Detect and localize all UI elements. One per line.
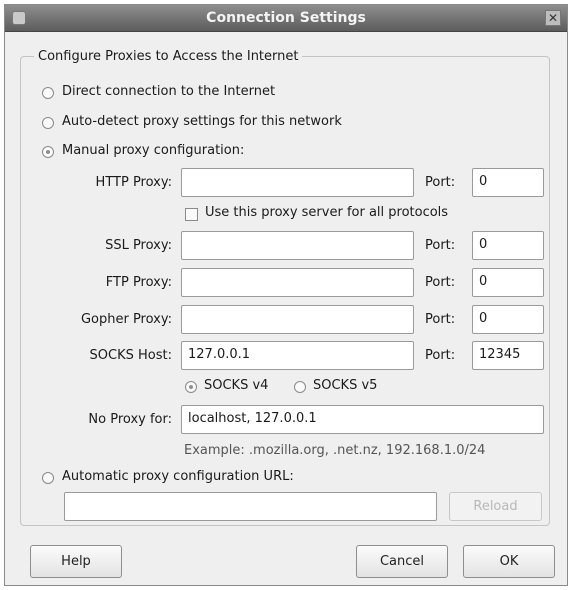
socks-v4-label: SOCKS v4 — [204, 378, 269, 393]
socks-host-label: SOCKS Host: — [89, 348, 172, 363]
http-proxy-input[interactable] — [181, 168, 414, 197]
close-icon[interactable]: ✕ — [545, 10, 561, 26]
cancel-button[interactable]: Cancel — [356, 545, 448, 578]
gopher-proxy-input[interactable] — [181, 305, 414, 334]
reload-button[interactable]: Reload — [449, 492, 542, 521]
auto-detect-radio[interactable] — [42, 117, 54, 129]
socks-v5-label: SOCKS v5 — [313, 378, 378, 393]
auto-config-url-input[interactable] — [64, 492, 437, 521]
gopher-proxy-label: Gopher Proxy: — [80, 312, 172, 327]
auto-detect-label: Auto-detect proxy settings for this netw… — [62, 114, 342, 129]
no-proxy-input[interactable]: localhost, 127.0.0.1 — [181, 405, 544, 434]
http-port-label: Port: — [425, 175, 456, 190]
socks-port-input[interactable]: 12345 — [472, 341, 544, 370]
ssl-port-input[interactable]: 0 — [472, 231, 544, 260]
ssl-proxy-label: SSL Proxy: — [105, 238, 172, 253]
manual-proxy-label: Manual proxy configuration: — [62, 143, 245, 158]
ftp-port-input[interactable]: 0 — [472, 268, 544, 297]
ssl-port-label: Port: — [425, 238, 456, 253]
no-proxy-label: No Proxy for: — [88, 412, 172, 427]
title-bar[interactable]: Connection Settings ✕ — [5, 5, 567, 32]
http-port-input[interactable]: 0 — [472, 168, 544, 197]
use-for-all-label: Use this proxy server for all protocols — [205, 205, 449, 220]
ftp-port-label: Port: — [425, 275, 456, 290]
ftp-proxy-input[interactable] — [181, 268, 414, 297]
socks-host-input[interactable]: 127.0.0.1 — [181, 341, 414, 370]
ok-button[interactable]: OK — [463, 545, 555, 578]
ssl-proxy-input[interactable] — [181, 231, 414, 260]
manual-proxy-radio[interactable] — [42, 146, 54, 158]
direct-connection-label: Direct connection to the Internet — [62, 84, 276, 99]
group-title: Configure Proxies to Access the Internet — [34, 49, 303, 64]
socks-port-label: Port: — [425, 348, 456, 363]
auto-config-url-radio[interactable] — [42, 472, 54, 484]
auto-config-url-label: Automatic proxy configuration URL: — [62, 469, 294, 484]
gopher-port-input[interactable]: 0 — [472, 305, 544, 334]
no-proxy-example: Example: .mozilla.org, .net.nz, 192.168.… — [184, 443, 486, 458]
socks-v4-radio[interactable] — [185, 381, 197, 393]
ftp-proxy-label: FTP Proxy: — [105, 275, 172, 290]
gopher-port-label: Port: — [425, 312, 456, 327]
help-button[interactable]: Help — [30, 545, 122, 578]
direct-connection-radio[interactable] — [42, 87, 54, 99]
http-proxy-label: HTTP Proxy: — [95, 175, 172, 190]
use-for-all-checkbox[interactable] — [185, 208, 198, 221]
socks-v5-radio[interactable] — [294, 381, 306, 393]
window-title: Connection Settings — [206, 10, 366, 26]
